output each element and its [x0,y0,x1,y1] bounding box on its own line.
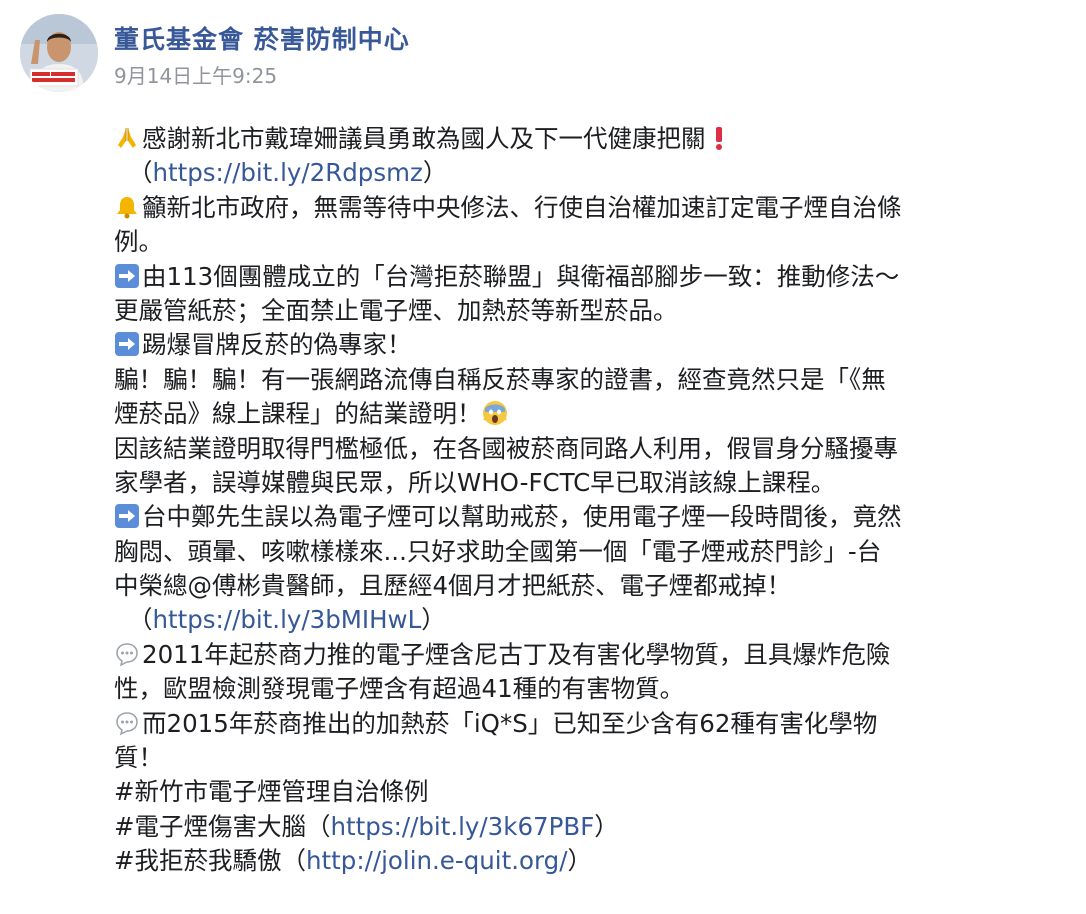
right-arrow-icon [114,263,140,289]
link[interactable]: https://bit.ly/2Rdpsmz [153,158,423,187]
text: ） [567,846,592,876]
text: （ [128,158,153,188]
speech-balloon-icon [114,641,140,667]
text-line: 胸悶、頭暈、咳嗽樣樣來...只好求助全國第一個「電子煙戒菸門診」-台 [114,535,1080,569]
post-author[interactable]: 董氏基金會 菸害防制中心 [114,20,410,56]
hashtag[interactable]: #新竹市電子煙管理自治條例 [114,777,429,806]
text-line: 中榮總@傅彬貴醫師，且歷經4個月才把紙菸、電子煙都戒掉！ [114,569,1080,603]
post-timestamp[interactable]: 9月14日上午9:25 [114,60,277,89]
link[interactable]: https://bit.ly/3k67PBF [331,812,595,841]
text-line: 籲新北市政府，無需等待中央修法、行使自治權加速訂定電子煙自治條 [114,191,1080,225]
text: 因該結業證明取得門檻極低，在各國被菸商同路人利用，假冒身分騷擾專 [114,433,898,463]
avatar[interactable] [20,14,98,92]
text: 煙菸品》線上課程」的結業證明！ [114,399,482,429]
text-line: 質！ [114,741,1080,775]
text: 家學者，誤導媒體與民眾，所以WHO-FCTC早已取消該線上課程。 [114,467,836,497]
text-line: 感謝新北市戴瑋姍議員勇敢為國人及下一代健康把關 [114,122,1080,156]
text: 由113個團體成立的「台灣拒菸聯盟」與衛福部腳步一致：推動修法～ [142,261,900,291]
text-line: 煙菸品》線上課程」的結業證明！ [114,397,1080,431]
text-line: 例。 [114,225,1080,259]
bell-icon [114,194,140,220]
text: 而2015年菸商推出的加熱菸「iQ*S」已知至少含有62種有害化學物 [142,708,878,738]
text-line: 家學者，誤導媒體與民眾，所以WHO-FCTC早已取消該線上課程。 [114,466,1080,500]
text: 更嚴管紙菸；全面禁止電子煙、加熱菸等新型菸品。 [114,295,678,325]
text: 騙！騙！騙！有一張網路流傳自稱反菸專家的證書，經查竟然只是「《無 [114,364,886,394]
text-line: 騙！騙！騙！有一張網路流傳自稱反菸專家的證書，經查竟然只是「《無 [114,363,1080,397]
avatar-photo [20,14,98,92]
hashtag-line: #新竹市電子煙管理自治條例 [114,775,1080,809]
text: 性，歐盟檢測發現電子煙含有超過41種的有害物質。 [114,674,685,704]
text: 中榮總@傅彬貴醫師，且歷經4個月才把紙菸、電子煙都戒掉！ [114,571,792,601]
text: （ [128,605,153,635]
text: 感謝新北市戴瑋姍議員勇敢為國人及下一代健康把關 [142,124,706,153]
link[interactable]: http://jolin.e-quit.org/ [306,846,567,875]
text-line: 性，歐盟檢測發現電子煙含有超過41種的有害物質。 [114,672,1080,706]
text: 胸悶、頭暈、咳嗽樣樣來...只好求助全國第一個「電子煙戒菸門診」-台 [114,536,882,566]
text: 例。 [114,227,163,257]
text-line: 更嚴管紙菸；全面禁止電子煙、加熱菸等新型菸品。 [114,294,1080,328]
post-body: 感謝新北市戴瑋姍議員勇敢為國人及下一代健康把關 （https://bit.ly/… [114,122,1080,879]
facebook-post: 董氏基金會 菸害防制中心 9月14日上午9:25 感謝新北市戴瑋姍議員勇敢為國人… [0,0,1086,914]
text: 質！ [114,743,163,773]
text: ） [422,158,448,188]
hashtag[interactable]: #電子煙傷害大腦（ [114,812,331,841]
folded-hands-icon [114,125,140,151]
text-line: 因該結業證明取得門檻極低，在各國被菸商同路人利用，假冒身分騷擾專 [114,432,1080,466]
text: ） [594,811,619,841]
speech-balloon-icon [114,710,140,736]
link[interactable]: https://bit.ly/3bMIHwL [153,605,422,634]
text-line: （https://bit.ly/3bMIHwL） [114,603,1080,637]
hashtag-line: #我拒菸我驕傲（http://jolin.e-quit.org/） [114,844,1080,878]
text: 踢爆冒牌反菸的偽專家！ [142,330,412,360]
screaming-face-icon [482,400,508,426]
hashtag-line: #電子煙傷害大腦（https://bit.ly/3k67PBF） [114,810,1080,844]
text: 2011年起菸商力推的電子煙含尼古丁及有害化學物質，且具爆炸危險 [142,639,891,669]
hashtag[interactable]: #我拒菸我驕傲（ [114,846,306,875]
text-line: 而2015年菸商推出的加熱菸「iQ*S」已知至少含有62種有害化學物 [114,707,1080,741]
text: 籲新北市政府，無需等待中央修法、行使自治權加速訂定電子煙自治條 [142,192,902,222]
right-arrow-icon [114,331,140,357]
red-exclamation-icon [706,125,732,151]
text-line: 2011年起菸商力推的電子煙含尼古丁及有害化學物質，且具爆炸危險 [114,638,1080,672]
right-arrow-icon [114,503,140,529]
text-line: 由113個團體成立的「台灣拒菸聯盟」與衛福部腳步一致：推動修法～ [114,260,1080,294]
text-line: 台中鄭先生誤以為電子煙可以幫助戒菸，使用電子煙一段時間後，竟然 [114,500,1080,534]
text: 台中鄭先生誤以為電子煙可以幫助戒菸，使用電子煙一段時間後，竟然 [142,502,902,532]
text-line: 踢爆冒牌反菸的偽專家！ [114,328,1080,362]
text-line: （https://bit.ly/2Rdpsmz） [114,156,1080,190]
text: ） [421,605,446,635]
